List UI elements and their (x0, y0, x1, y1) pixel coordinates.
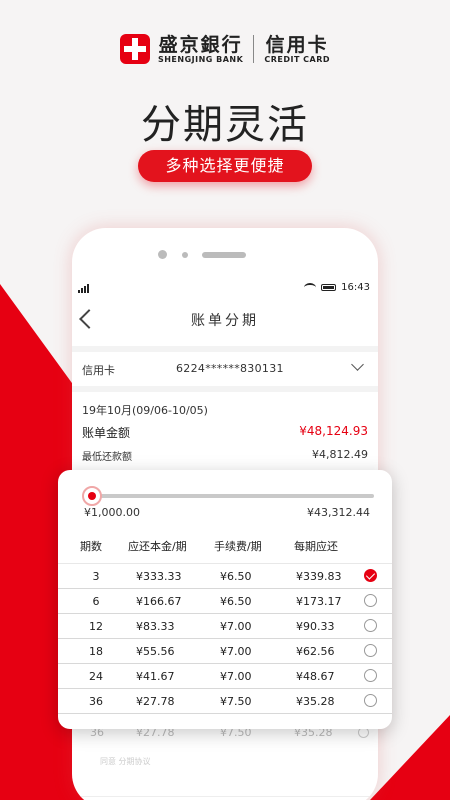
header-total: 每期应还 (294, 540, 338, 553)
min-payment-value: ¥4,812.49 (312, 448, 368, 461)
bill-period: 19年10月(09/06-10/05) (82, 404, 208, 417)
bill-amount-value: ¥48,124.93 (299, 424, 368, 438)
table-header: 期数 应还本金/期 手续费/期 每期应还 (58, 530, 392, 564)
cell-principal: ¥55.56 (136, 645, 175, 658)
cell-periods: 6 (92, 595, 100, 608)
chevron-down-icon[interactable] (351, 358, 364, 371)
cell-fee: ¥7.00 (220, 620, 252, 633)
brand-product-cn: 信用卡 (265, 33, 329, 56)
signal-icon (78, 284, 89, 293)
radio-icon[interactable] (364, 594, 377, 607)
speaker-grille (202, 252, 246, 258)
table-row[interactable]: 36 ¥27.78 ¥7.50 ¥35.28 (58, 689, 392, 714)
cell-fee: ¥7.50 (220, 695, 252, 708)
radio-checked-icon[interactable] (364, 569, 377, 582)
cell-fee: ¥6.50 (220, 570, 252, 583)
bank-logo-icon (119, 34, 150, 64)
cell-total: ¥173.17 (296, 595, 342, 608)
brand-name-en: SHENGJING BANK (157, 54, 244, 64)
cell-principal: ¥83.33 (136, 620, 175, 633)
table-row[interactable]: 12 ¥83.33 ¥7.00 ¥90.33 (58, 614, 392, 639)
brand-product: 信用卡 CREDIT CARD (264, 35, 330, 64)
cell-total: ¥339.83 (296, 570, 342, 583)
cell-periods: 18 (89, 645, 103, 658)
nav-bar: 账单分期 (72, 306, 378, 342)
cell-total: ¥48.67 (296, 670, 335, 683)
headline: 分期灵活 (141, 102, 309, 148)
cell-total: ¥62.56 (296, 645, 335, 658)
cell-fee: ¥6.50 (220, 595, 252, 608)
slider-max-value: ¥43,312.44 (307, 506, 370, 519)
status-time: 16:43 (341, 282, 370, 293)
header-fee: 手续费/期 (214, 540, 262, 553)
radio-icon[interactable] (364, 669, 377, 682)
ghost-row: 36 ¥27.78 ¥7.50 ¥35.28 (72, 726, 378, 746)
brand-product-en: CREDIT CARD (264, 54, 331, 64)
installment-panel: ¥1,000.00 ¥43,312.44 期数 应还本金/期 手续费/期 每期应… (58, 470, 392, 729)
cell-periods: 36 (89, 695, 103, 708)
brand-name-cn: 盛京銀行 (158, 33, 243, 56)
cell-principal: ¥41.67 (136, 670, 175, 683)
camera-icon (158, 250, 167, 259)
page-title: 账单分期 (191, 313, 259, 329)
min-payment-label: 最低还款额 (82, 452, 132, 463)
status-bar: 16:43 (72, 282, 378, 298)
table-row[interactable]: 3 ¥333.33 ¥6.50 ¥339.83 (58, 564, 392, 589)
card-selector[interactable]: 信用卡 6224******830131 (72, 352, 378, 386)
table-row[interactable]: 18 ¥55.56 ¥7.00 ¥62.56 (58, 639, 392, 664)
radio-icon[interactable] (364, 694, 377, 707)
battery-icon (321, 284, 337, 291)
brand-header: 盛京銀行 SHENGJING BANK 信用卡 CREDIT CARD (0, 34, 450, 64)
cell-principal: ¥166.67 (136, 595, 182, 608)
installment-table: 3 ¥333.33 ¥6.50 ¥339.83 6 ¥166.67 ¥6.50 ¥173.17… (58, 564, 392, 714)
slider-min-value: ¥1,000.00 (84, 506, 140, 519)
cell-periods: 24 (89, 670, 103, 683)
cell-principal: ¥333.33 (136, 570, 182, 583)
cell-periods: 12 (89, 620, 103, 633)
card-number: 6224******830131 (176, 362, 284, 375)
radio-icon[interactable] (364, 619, 377, 632)
cell-fee: ¥7.00 (220, 645, 252, 658)
section-divider (72, 386, 378, 392)
brand-divider (253, 35, 255, 63)
agreement-link: 同意 分期协议 (100, 757, 151, 766)
sensor-icon (182, 252, 188, 258)
cell-fee: ¥7.00 (220, 670, 252, 683)
bill-amount-label: 账单金额 (82, 426, 131, 440)
amount-slider-handle[interactable] (82, 486, 102, 506)
card-label: 信用卡 (82, 364, 115, 377)
cell-periods: 3 (92, 570, 100, 583)
table-row[interactable]: 6 ¥166.67 ¥6.50 ¥173.17 (58, 589, 392, 614)
amount-slider-track[interactable] (90, 494, 374, 498)
header-periods: 期数 (80, 540, 102, 553)
cell-total: ¥35.28 (296, 695, 335, 708)
tagline-pill: 多种选择更便捷 (138, 150, 312, 182)
brand-bank-name: 盛京銀行 SHENGJING BANK (158, 35, 243, 64)
cell-principal: ¥27.78 (136, 695, 175, 708)
cell-total: ¥90.33 (296, 620, 335, 633)
table-row[interactable]: 24 ¥41.67 ¥7.00 ¥48.67 (58, 664, 392, 689)
radio-icon[interactable] (364, 644, 377, 657)
wifi-icon (304, 283, 317, 292)
header-principal: 应还本金/期 (128, 540, 187, 553)
